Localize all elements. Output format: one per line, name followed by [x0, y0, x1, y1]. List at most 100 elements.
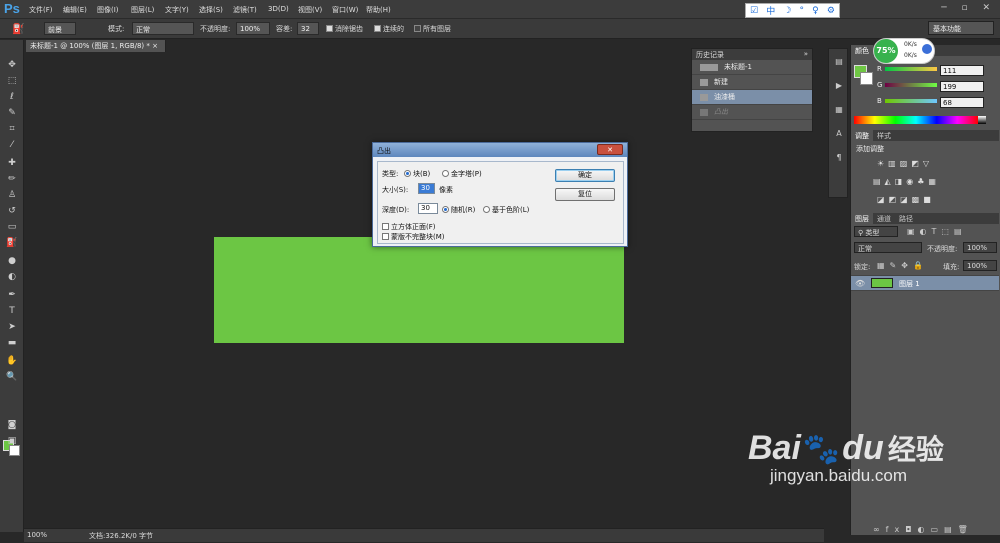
screen-mode-icon[interactable]: ▣ — [0, 436, 24, 446]
mode-select[interactable]: 正常 — [132, 22, 194, 35]
document-tab[interactable]: 未标题-1 @ 100% (图层 1, RGB/8) * × — [26, 40, 166, 52]
doc-size-status[interactable]: 文档:326.2K/0 字节 — [89, 531, 153, 541]
menu-image[interactable]: 图像(I) — [97, 5, 119, 15]
blur-tool-icon[interactable]: ● — [0, 256, 24, 266]
depth-level-radio[interactable]: 基于色阶(L) — [483, 205, 529, 215]
marquee-tool-icon[interactable]: ⬚ — [0, 76, 24, 86]
tab-color[interactable]: 颜色 — [851, 45, 873, 56]
contiguous-checkbox[interactable]: 连续的 — [374, 24, 404, 34]
r-value[interactable]: 111 — [940, 65, 984, 76]
brush-panel-icon[interactable]: ▦ — [832, 105, 846, 114]
blend-mode-select[interactable]: 正常 — [854, 242, 922, 253]
layer-filter-icons[interactable]: ▣◐T⬚▤ — [907, 227, 967, 236]
tab-channels[interactable]: 通道 — [873, 213, 895, 224]
color-bg-swatch[interactable] — [860, 72, 873, 85]
menu-select[interactable]: 选择(S) — [199, 5, 223, 15]
history-item[interactable]: 新建 — [692, 75, 812, 90]
lock-icons[interactable]: ▦✎✥🔒 — [877, 261, 928, 270]
dodge-tool-icon[interactable]: ◐ — [0, 272, 24, 282]
depth-input[interactable]: 30 — [418, 203, 438, 214]
type-block-radio[interactable]: 块(B) — [404, 169, 430, 179]
ime-chinese-icon[interactable]: 中 — [766, 4, 775, 17]
visibility-eye-icon[interactable]: 👁 — [855, 279, 865, 288]
adjustment-icons-row-3[interactable]: ◪◩◪▩■ — [877, 195, 935, 204]
lasso-tool-icon[interactable]: ℓ — [0, 92, 24, 102]
ok-button[interactable]: 确定 — [555, 169, 615, 182]
paint-bucket-icon[interactable]: ⛽ — [12, 24, 24, 35]
paragraph-panel-icon[interactable]: ¶ — [832, 153, 846, 162]
brush-tool-icon[interactable]: ✏ — [0, 174, 24, 184]
depth-random-radio[interactable]: 随机(R) — [442, 205, 475, 215]
history-panel-icon[interactable]: ▤ — [832, 57, 846, 66]
path-select-tool-icon[interactable]: ➤ — [0, 322, 24, 332]
menu-layer[interactable]: 图层(L) — [131, 5, 154, 15]
shape-tool-icon[interactable]: ▬ — [0, 338, 24, 348]
ime-settings-icon[interactable]: ⚙ — [827, 6, 835, 16]
menu-view[interactable]: 视图(V) — [298, 5, 322, 15]
history-brush-tool-icon[interactable]: ↺ — [0, 206, 24, 216]
tab-adjustments[interactable]: 调整 — [851, 130, 873, 141]
canvas-green-rectangle[interactable] — [214, 237, 624, 343]
solid-front-checkbox[interactable]: 立方体正面(F) — [382, 222, 436, 232]
zoom-tool-icon[interactable]: 🔍 — [0, 372, 24, 382]
eraser-tool-icon[interactable]: ▭ — [0, 222, 24, 232]
quick-select-tool-icon[interactable]: ✎ — [0, 108, 24, 118]
adjustment-icons-row-1[interactable]: ☀▥▨◩▽ — [877, 159, 933, 168]
menu-filter[interactable]: 滤镜(T) — [233, 5, 257, 15]
type-pyramid-radio[interactable]: 金字塔(P) — [442, 169, 482, 179]
security-icon[interactable] — [922, 44, 932, 54]
layer-opacity-input[interactable]: 100% — [963, 242, 997, 253]
layer-panel-footer-icons[interactable]: ∞fx◘◐▭▤🗑 — [873, 525, 974, 534]
menu-window[interactable]: 窗口(W) — [332, 5, 358, 15]
color-spectrum[interactable] — [854, 116, 978, 124]
all-layers-checkbox[interactable]: 所有图层 — [414, 24, 451, 34]
hand-tool-icon[interactable]: ✋ — [0, 356, 24, 366]
adjustment-icons-row-2[interactable]: ▤◭◨◉♣▦ — [873, 177, 940, 186]
stamp-tool-icon[interactable]: ♙ — [0, 190, 24, 200]
menu-help[interactable]: 帮助(H) — [366, 5, 391, 15]
character-panel-icon[interactable]: A — [832, 129, 846, 138]
history-item[interactable]: 凸出 — [692, 105, 812, 120]
move-tool-icon[interactable]: ✥ — [0, 60, 24, 70]
window-controls[interactable]: ─ ▫ ✕ — [941, 3, 996, 13]
close-tab-icon[interactable]: × — [152, 42, 158, 50]
history-snapshot[interactable]: 未标题-1 — [692, 60, 812, 75]
paint-bucket-tool-icon[interactable]: ⛽ — [0, 238, 24, 248]
history-tab[interactable]: 历史记录 — [696, 51, 724, 59]
mask-incomplete-checkbox[interactable]: 蒙版不完整块(M) — [382, 232, 445, 242]
tab-layers[interactable]: 图层 — [851, 213, 873, 224]
panel-collapse-icon[interactable]: » — [804, 50, 808, 58]
pen-tool-icon[interactable]: ✒ — [0, 290, 24, 300]
layer-fill-input[interactable]: 100% — [963, 260, 997, 271]
layer-kind-filter[interactable]: ⚲ 类型 — [854, 226, 898, 237]
size-input[interactable]: 30 — [418, 183, 435, 194]
workspace-select[interactable]: 基本功能 — [928, 21, 994, 35]
tab-styles[interactable]: 样式 — [873, 130, 895, 141]
menu-type[interactable]: 文字(Y) — [165, 5, 189, 15]
b-value[interactable]: 68 — [940, 97, 984, 108]
crop-tool-icon[interactable]: ⌗ — [0, 124, 24, 134]
antialias-checkbox[interactable]: 消除锯齿 — [326, 24, 363, 34]
ime-logo-icon[interactable]: ☑ — [750, 6, 758, 16]
ime-toolbar[interactable]: ☑ 中 ☽ ° ♀ ⚙ — [745, 3, 840, 18]
g-value[interactable]: 199 — [940, 81, 984, 92]
type-tool-icon[interactable]: T — [0, 306, 24, 316]
ime-user-icon[interactable]: ♀ — [812, 6, 819, 16]
ime-moon-icon[interactable]: ☽ — [783, 6, 791, 16]
quick-mask-icon[interactable]: ◙ — [0, 420, 24, 430]
menu-file[interactable]: 文件(F) — [29, 5, 53, 15]
reset-button[interactable]: 复位 — [555, 188, 615, 201]
ime-punct-icon[interactable]: ° — [800, 6, 805, 16]
tab-paths[interactable]: 路径 — [895, 213, 917, 224]
grayscale-ramp[interactable] — [978, 116, 986, 124]
healing-tool-icon[interactable]: ✚ — [0, 158, 24, 168]
layer-name[interactable]: 图层 1 — [899, 279, 920, 289]
tolerance-input[interactable]: 32 — [297, 22, 319, 35]
menu-edit[interactable]: 编辑(E) — [63, 5, 87, 15]
g-slider[interactable] — [885, 83, 937, 87]
r-slider[interactable] — [885, 67, 937, 71]
menu-3d[interactable]: 3D(D) — [268, 5, 289, 13]
fill-source-select[interactable]: 前景 — [44, 22, 76, 35]
eyedropper-tool-icon[interactable]: ⁄ — [0, 140, 24, 150]
zoom-level[interactable]: 100% — [27, 531, 47, 539]
